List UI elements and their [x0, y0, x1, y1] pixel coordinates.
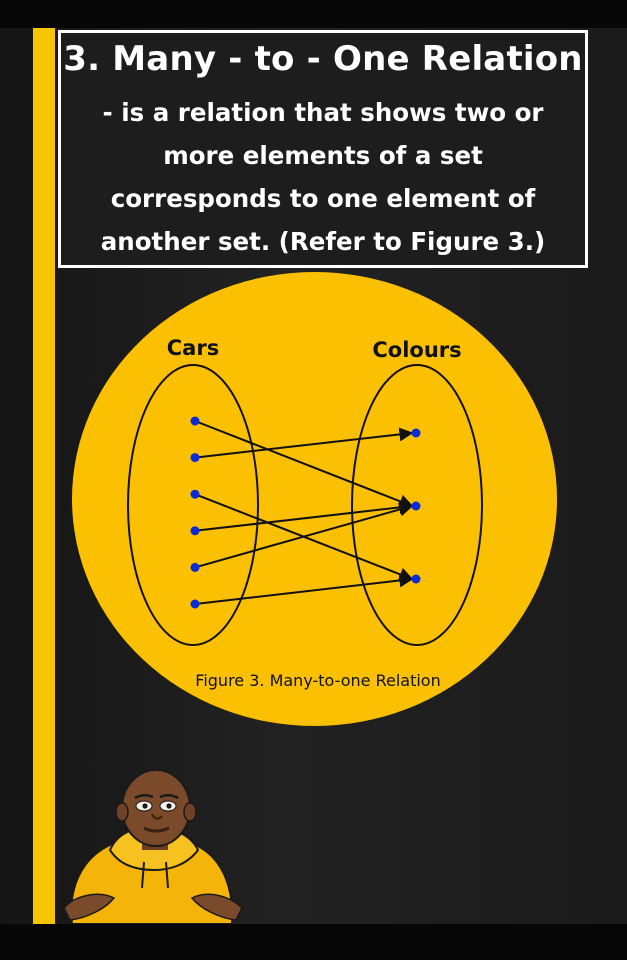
mapping-arrow-6	[194, 573, 414, 605]
mapping-arrow-1	[194, 420, 414, 508]
domain-element-3	[190, 489, 200, 499]
figure-caption: Figure 3. Many-to-one Relation	[195, 671, 440, 690]
codomain-label: Colours	[372, 338, 461, 362]
domain-element-4	[190, 526, 200, 536]
domain-element-6	[190, 599, 200, 609]
domain-element-1	[190, 416, 200, 426]
mapping-arrow-2	[194, 427, 414, 459]
mapping-arrow-5	[194, 502, 414, 569]
bottom-strip	[0, 924, 627, 960]
mapping-arrow-4	[194, 500, 414, 532]
codomain-element-2	[411, 501, 421, 511]
cartoon-character-illustration	[63, 770, 243, 924]
domain-label: Cars	[167, 336, 219, 360]
domain-element-2	[190, 453, 200, 463]
codomain-element-1	[411, 428, 421, 438]
domain-element-5	[190, 562, 200, 572]
codomain-element-3	[411, 574, 421, 584]
mapping-arrows	[194, 420, 414, 605]
